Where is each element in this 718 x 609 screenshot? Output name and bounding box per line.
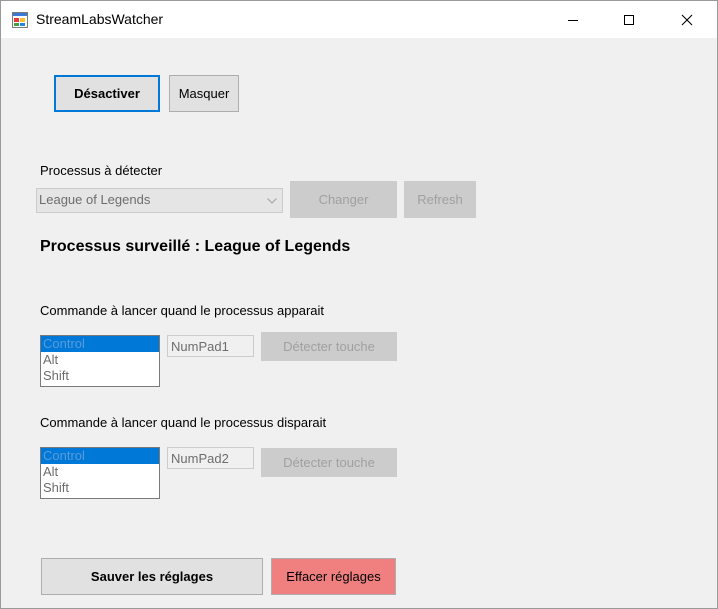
minimize-icon: [568, 19, 578, 21]
list-item[interactable]: Alt: [41, 464, 159, 480]
disappear-key-field[interactable]: NumPad2: [167, 447, 254, 469]
appear-command-label: Commande à lancer quand le processus app…: [40, 303, 325, 318]
list-item[interactable]: Shift: [41, 368, 159, 384]
change-button[interactable]: Changer: [290, 181, 397, 218]
clear-settings-button[interactable]: Effacer réglages: [271, 558, 396, 595]
title-bar[interactable]: StreamLabsWatcher: [1, 1, 717, 38]
save-settings-button[interactable]: Sauver les réglages: [41, 558, 263, 595]
disappear-detect-key-button[interactable]: Détecter touche: [261, 448, 397, 477]
close-button[interactable]: [664, 1, 710, 38]
maximize-button[interactable]: [606, 1, 652, 38]
refresh-button[interactable]: Refresh: [404, 181, 476, 218]
close-icon: [681, 14, 693, 25]
list-item[interactable]: Control: [41, 448, 159, 464]
maximize-icon: [624, 14, 634, 25]
app-icon: [12, 12, 28, 28]
appear-modifier-list[interactable]: Control Alt Shift: [40, 335, 160, 387]
chevron-down-icon: [262, 189, 282, 212]
minimize-button[interactable]: [550, 1, 596, 38]
list-item[interactable]: Control: [41, 336, 159, 352]
window-title: StreamLabsWatcher: [36, 11, 164, 27]
process-dropdown[interactable]: League of Legends: [36, 188, 283, 213]
app-window: StreamLabsWatcher Désactiver Masquer Pro…: [0, 0, 718, 609]
disappear-modifier-list[interactable]: Control Alt Shift: [40, 447, 160, 499]
list-item[interactable]: Shift: [41, 480, 159, 496]
disappear-command-label: Commande à lancer quand le processus dis…: [40, 415, 327, 430]
hide-button[interactable]: Masquer: [169, 75, 239, 112]
monitored-process-title: Processus surveillé : League of Legends: [40, 238, 351, 255]
appear-key-field[interactable]: NumPad1: [167, 335, 254, 357]
client-area: Désactiver Masquer Processus à détecter …: [1, 38, 717, 608]
appear-detect-key-button[interactable]: Détecter touche: [261, 332, 397, 361]
deactivate-button[interactable]: Désactiver: [54, 75, 160, 112]
process-dropdown-value: League of Legends: [39, 192, 151, 207]
list-item[interactable]: Alt: [41, 352, 159, 368]
process-label: Processus à détecter: [40, 163, 163, 178]
